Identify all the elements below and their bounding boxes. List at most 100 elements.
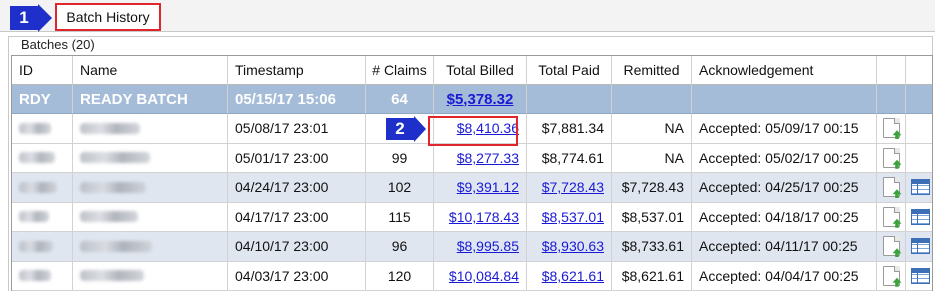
batch-claims: 102 [366, 173, 434, 203]
batch-export-cell [877, 202, 906, 232]
batch-total-paid-cell: $8,774.61 [527, 143, 612, 173]
batch-export-cell [877, 232, 906, 262]
document-export-icon[interactable] [882, 206, 902, 228]
batch-remitted: $7,728.43 [612, 173, 692, 203]
column-header-total-paid[interactable]: Total Paid [527, 56, 612, 85]
batch-id-cell [12, 232, 73, 262]
batch-total-billed-link[interactable]: $8,995.85 [457, 238, 519, 254]
tab-batch-history-label: Batch History [66, 9, 150, 25]
batch-table-cell [906, 232, 932, 262]
column-header-timestamp[interactable]: Timestamp [228, 56, 366, 85]
column-header-total-billed[interactable]: Total Billed [434, 56, 527, 85]
export-arrow-icon [892, 130, 902, 140]
batch-timestamp: 04/10/17 23:00 [228, 232, 366, 262]
table-view-icon[interactable] [910, 179, 930, 196]
step-2-arrowhead [414, 116, 426, 142]
ready-batch-claims: 64 [366, 85, 434, 114]
batch-export-cell [877, 143, 906, 173]
step-2-number: 2 [386, 118, 414, 140]
redacted-id [19, 211, 49, 223]
batch-id-cell [12, 173, 73, 203]
batch-timestamp: 04/03/17 23:00 [228, 261, 366, 291]
table-row[interactable]: 05/01/17 23:00 99 $8,277.33 $8,774.61 NA Acce… [12, 143, 932, 173]
batch-remitted: NA [612, 143, 692, 173]
batch-total-paid-cell: $8,621.61 [527, 261, 612, 291]
batch-export-cell [877, 261, 906, 291]
ready-batch-id: RDY [12, 85, 73, 114]
batch-export-cell [877, 114, 906, 144]
redacted-id [19, 181, 57, 193]
column-header-claims[interactable]: # Claims [366, 56, 434, 85]
batch-total-paid-link[interactable]: $7,728.43 [542, 179, 604, 195]
batch-name-cell [73, 143, 228, 173]
ready-batch-icon-2 [906, 85, 932, 114]
table-row[interactable]: 04/10/17 23:00 96 $8,995.85 $8,930.63 $8,733… [12, 232, 932, 262]
column-header-remitted[interactable]: Remitted [612, 56, 692, 85]
batches-grid[interactable]: ID Name Timestamp # Claims Total Billed … [11, 55, 933, 291]
batch-table-cell [906, 144, 932, 173]
batch-claims: 96 [366, 232, 434, 262]
batch-acknowledgement: Accepted: 04/11/17 00:25 [692, 232, 877, 262]
batch-claims: 120 [366, 261, 434, 291]
ready-batch-timestamp: 05/15/17 15:06 [228, 85, 366, 114]
batch-timestamp: 05/01/17 23:00 [228, 143, 366, 173]
batch-remitted: $8,733.61 [612, 232, 692, 262]
batch-remitted: NA [612, 114, 692, 144]
batch-timestamp: 04/17/17 23:00 [228, 202, 366, 232]
batch-total-billed-link[interactable]: $10,084.84 [449, 268, 519, 284]
document-export-icon[interactable] [882, 236, 902, 258]
batch-total-paid-link[interactable]: $8,930.63 [542, 238, 604, 254]
step-1-number: 1 [10, 6, 38, 30]
column-header-icon-2 [906, 56, 932, 85]
batch-id-cell [12, 143, 73, 173]
document-export-icon[interactable] [882, 265, 902, 287]
batch-remitted: $8,537.01 [612, 202, 692, 232]
batch-acknowledgement: Accepted: 04/18/17 00:25 [692, 202, 877, 232]
redacted-id [19, 152, 55, 164]
column-header-acknowledgement[interactable]: Acknowledgement [692, 56, 877, 85]
batch-total-billed-cell: $10,178.43 [434, 202, 527, 232]
batch-acknowledgement: Accepted: 05/09/17 00:15 [692, 114, 877, 144]
table-view-icon[interactable] [910, 267, 930, 284]
batch-total-billed-link[interactable]: $9,391.12 [457, 179, 519, 195]
export-arrow-icon [892, 248, 902, 258]
ready-batch-total-billed-link[interactable]: $5,378.32 [447, 91, 514, 108]
batch-total-billed-link[interactable]: $10,178.43 [449, 209, 519, 225]
batch-name-cell [73, 232, 228, 262]
ready-batch-remitted [612, 85, 692, 114]
document-export-icon[interactable] [882, 118, 902, 140]
tab-strip-divider [0, 31, 935, 32]
table-row[interactable]: 04/03/17 23:00 120 $10,084.84 $8,621.61 $8,6… [12, 261, 932, 291]
tab-batch-history[interactable]: Batch History [55, 3, 161, 31]
document-export-icon[interactable] [882, 177, 902, 199]
redacted-name [80, 270, 144, 282]
batch-total-paid-link[interactable]: $8,621.61 [542, 268, 604, 284]
batch-total-paid-link[interactable]: $8,537.01 [542, 209, 604, 225]
table-row[interactable]: 05/08/17 23:01 $8,410.36 $7,881.34 NA Accept… [12, 114, 932, 144]
ready-batch-total-paid [527, 85, 612, 114]
batch-id-cell [12, 261, 73, 291]
batch-remitted: $8,621.61 [612, 261, 692, 291]
table-row-ready-batch[interactable]: RDY READY BATCH 05/15/17 15:06 64 $5,378… [12, 85, 932, 114]
batch-name-cell [73, 114, 228, 144]
table-row[interactable]: 04/17/17 23:00 115 $10,178.43 $8,537.01 $8,5… [12, 202, 932, 232]
batch-export-cell [877, 173, 906, 203]
column-header-id[interactable]: ID [12, 56, 73, 85]
column-header-icon-1 [877, 56, 906, 85]
batch-table-cell [906, 173, 932, 203]
table-row[interactable]: 04/24/17 23:00 102 $9,391.12 $7,728.43 $7,72… [12, 173, 932, 203]
batch-total-billed-cell: $8,995.85 [434, 232, 527, 262]
table-view-icon[interactable] [910, 238, 930, 255]
column-header-name[interactable]: Name [73, 56, 228, 85]
document-export-icon[interactable] [882, 147, 902, 169]
batch-total-billed-link[interactable]: $8,410.36 [457, 120, 519, 136]
redacted-id [19, 240, 53, 252]
batch-claims: 115 [366, 202, 434, 232]
step-2-callout: 2 [386, 116, 426, 142]
redacted-id [19, 270, 51, 282]
redacted-name [80, 152, 150, 164]
table-view-icon[interactable] [910, 208, 930, 225]
batch-total-billed-cell: $8,410.36 [434, 114, 527, 144]
batch-total-billed-link[interactable]: $8,277.33 [457, 150, 519, 166]
batch-total-billed-cell: $9,391.12 [434, 173, 527, 203]
